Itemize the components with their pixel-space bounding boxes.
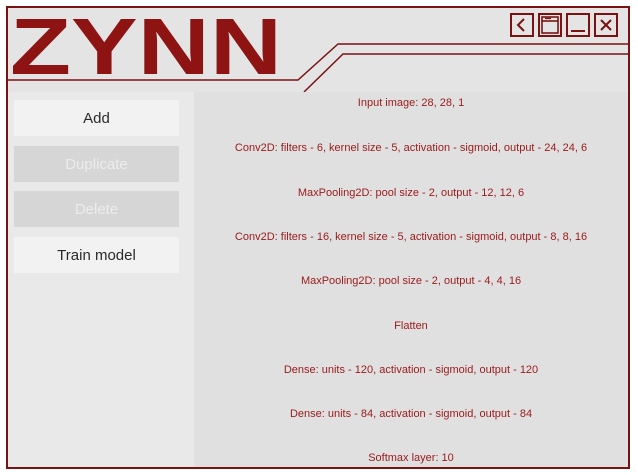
title-decoration [8,43,628,92]
layer-item[interactable]: Dense: units - 120, activation - sigmoid… [194,364,628,376]
title-bar: ZYNN [8,8,628,92]
layer-item[interactable]: MaxPooling2D: pool size - 2, output - 4,… [194,275,628,287]
back-button[interactable] [510,13,534,37]
model-layer-list: Input image: 28, 28, 1 Conv2D: filters -… [194,92,628,467]
layer-item[interactable]: Conv2D: filters - 6, kernel size - 5, ac… [194,142,628,154]
app-window: ZYNN Add Duplicate Delete Train model In… [6,6,630,469]
layer-item[interactable]: Input image: 28, 28, 1 [194,97,628,109]
minimize-icon [571,30,585,32]
layer-item[interactable]: MaxPooling2D: pool size - 2, output - 12… [194,187,628,199]
close-icon [600,19,612,31]
layer-item[interactable]: Softmax layer: 10 [194,452,628,464]
layer-item[interactable]: Dense: units - 84, activation - sigmoid,… [194,408,628,420]
window-restore-icon [541,16,559,34]
layer-item[interactable]: Flatten [194,320,628,332]
sidebar: Add Duplicate Delete Train model [8,92,194,467]
duplicate-button[interactable]: Duplicate [14,146,179,182]
train-model-button[interactable]: Train model [14,237,179,273]
close-button[interactable] [594,13,618,37]
chevron-left-icon [516,18,525,32]
add-button[interactable]: Add [14,100,179,136]
minimize-button[interactable] [566,13,590,37]
restore-button[interactable] [538,13,562,37]
delete-button[interactable]: Delete [14,191,179,227]
layer-item[interactable]: Conv2D: filters - 16, kernel size - 5, a… [194,231,628,243]
